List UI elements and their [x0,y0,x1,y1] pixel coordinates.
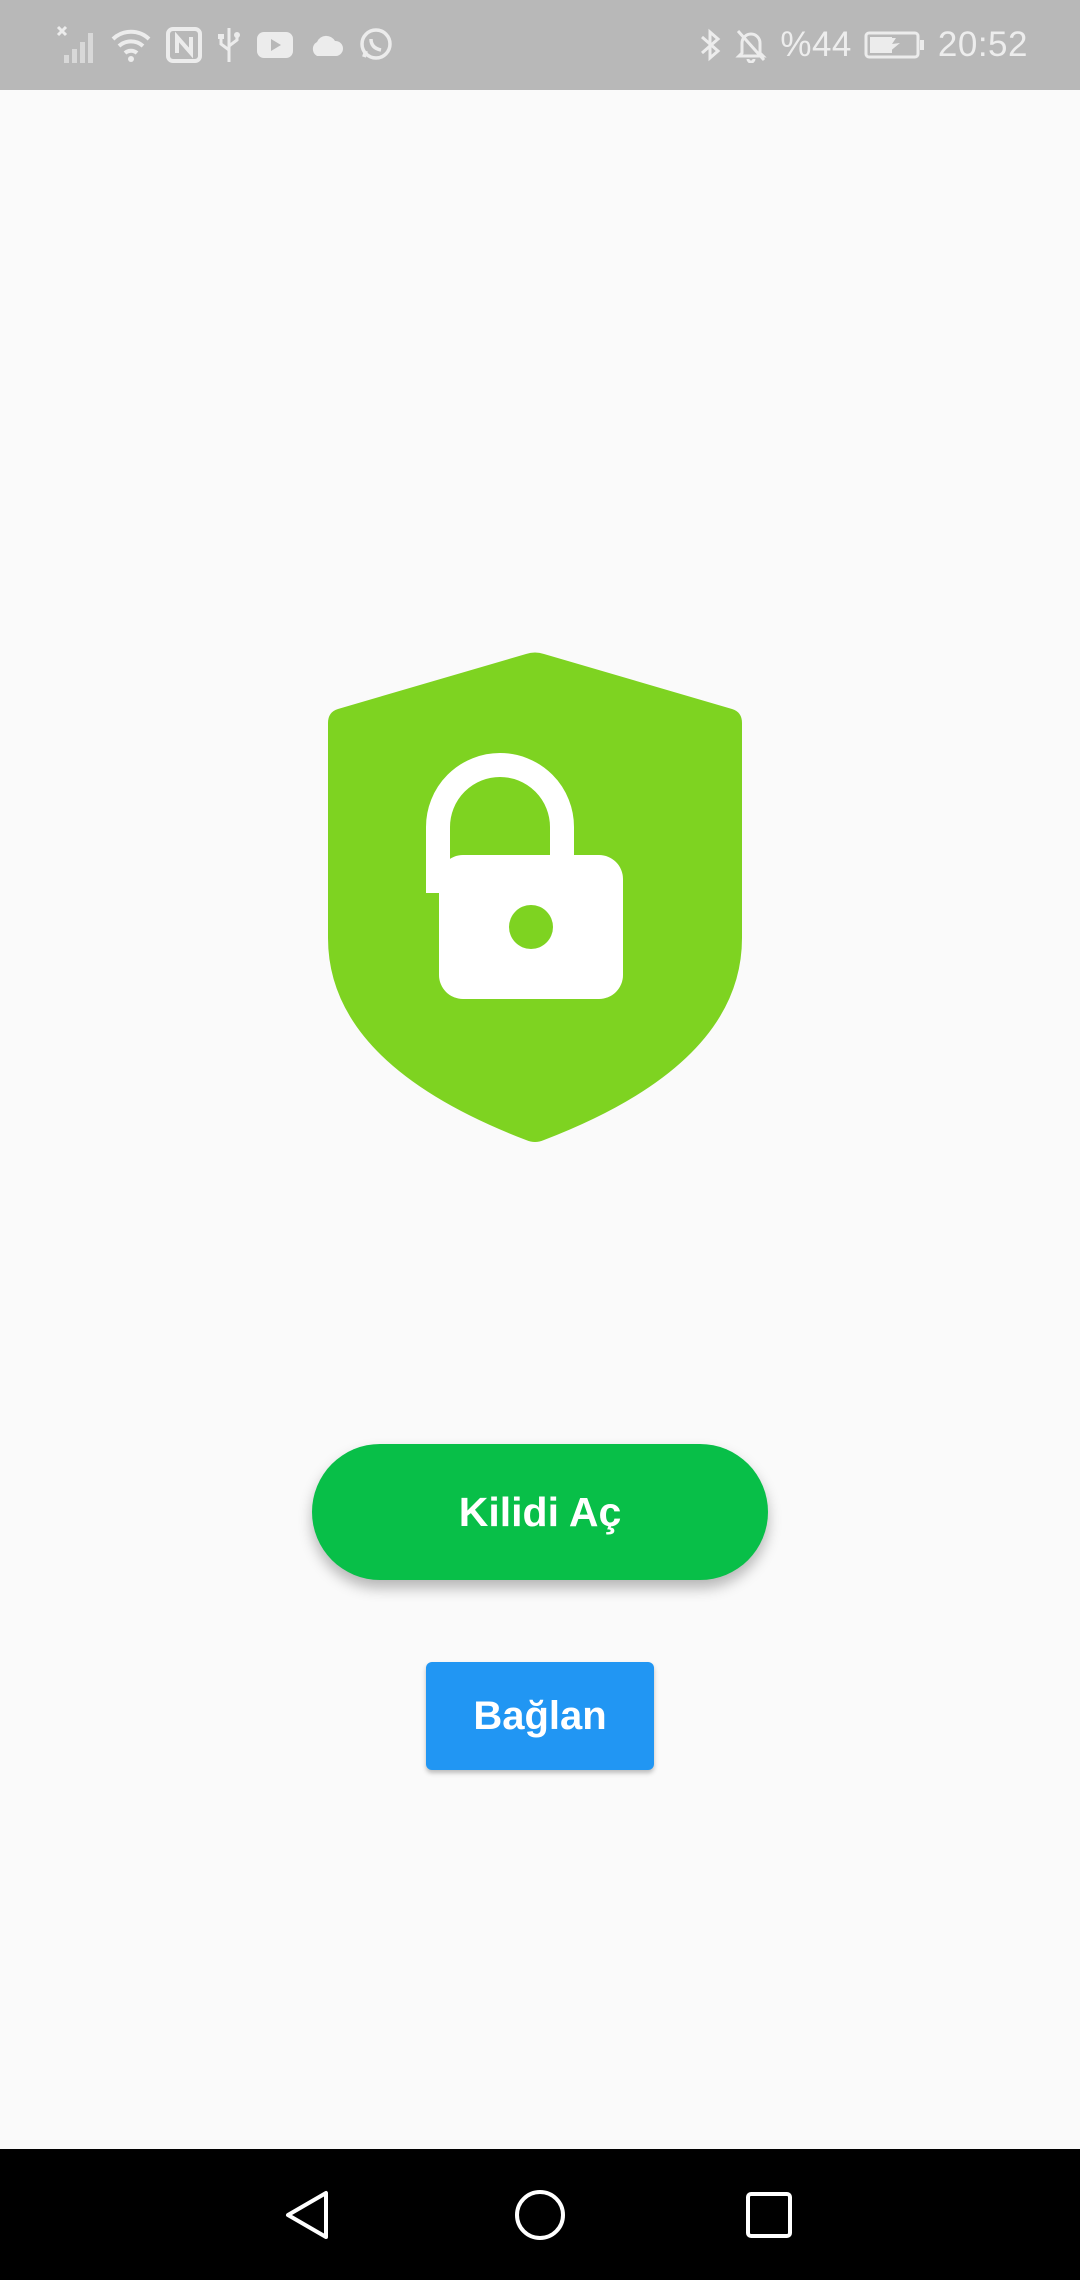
no-sim-signal-icon [56,25,96,65]
home-icon[interactable] [504,2179,576,2251]
recents-icon[interactable] [733,2179,805,2251]
navigation-bar [0,2149,1080,2280]
notifications-off-icon [734,27,768,63]
cloud-icon [308,32,344,58]
usb-icon [216,26,242,64]
whatsapp-icon [358,27,394,63]
battery-charging-icon [864,30,926,60]
status-right-icons: %44 20:52 [698,18,1028,72]
youtube-icon [256,30,294,60]
clock: 20:52 [937,25,1028,64]
app-screen: %44 20:52 Kilidi Aç Bağlan [0,0,1080,2280]
bluetooth-icon [698,27,722,63]
shield-lock-icon [326,652,744,1144]
battery-percent: %44 [780,25,852,64]
nfc-icon [166,27,202,63]
connect-button[interactable]: Bağlan [426,1662,654,1770]
wifi-icon [110,27,152,63]
status-bar: %44 20:52 [0,0,1080,90]
unlock-button[interactable]: Kilidi Aç [312,1444,768,1580]
back-icon[interactable] [272,2179,344,2251]
status-left-icons [56,18,394,72]
